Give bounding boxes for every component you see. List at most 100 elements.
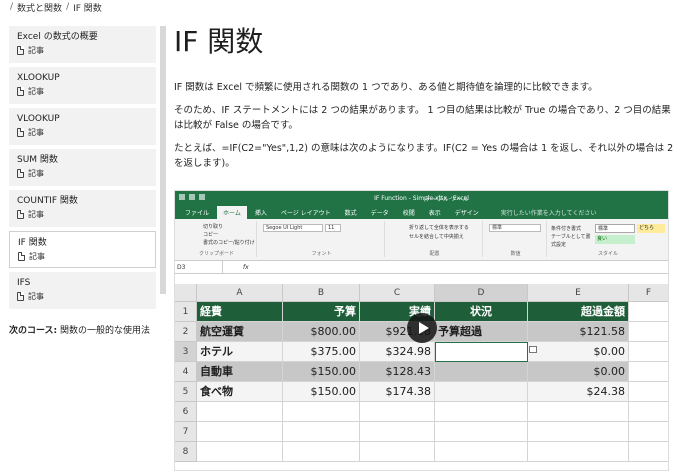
table-cell <box>283 442 360 462</box>
font-size-box: 11 <box>325 224 341 232</box>
row-header: 4 <box>175 362 197 382</box>
breadcrumb-item-formulas[interactable]: 数式と関数 <box>17 1 62 14</box>
ribbon-group-alignment: 折り返して全体を表示する セルを結合して中央揃え 配置 <box>387 221 483 257</box>
sidebar-item-type: 記事 <box>29 252 45 261</box>
table-row: 5 食べ物 $150.00 $174.38 $24.38 <box>175 382 668 402</box>
sidebar-nav: Excel の数式の概要 記事 XLOOKUP 記事 VLOOKUP 記事 SU… <box>0 20 168 340</box>
table-cell: $24.38 <box>528 382 629 402</box>
tell-me-box: 実行したい作業を入力してください <box>500 210 597 217</box>
play-button[interactable] <box>407 313 437 343</box>
table-cell: $121.58 <box>528 322 629 342</box>
table-cell <box>435 422 528 442</box>
column-header: E <box>528 284 629 302</box>
table-cell <box>197 402 283 422</box>
undo-icon <box>189 194 195 200</box>
intro-paragraph: IF 関数は Excel で頻繁に使用される関数の 1 つであり、ある値と期待値… <box>174 82 598 93</box>
sidebar-item-title: SUM 関数 <box>17 155 58 165</box>
conditional-format-label: 条件付き書式 <box>551 226 582 232</box>
sidebar-item-xlookup[interactable]: XLOOKUP 記事 <box>9 67 156 104</box>
sidebar-item-title: Excel の数式の概要 <box>17 32 98 42</box>
tab-formulas: 数式 <box>344 210 357 217</box>
table-header-cell: 予算 <box>283 302 360 322</box>
table-cell <box>283 402 360 422</box>
table-cell: 自動車 <box>197 362 283 382</box>
next-course[interactable]: 次のコース: 関数の一般的な使用法 <box>9 323 150 336</box>
ribbon-group-styles: 条件付き書式 テーブルとして書式設定 標準 どちら 良い スタイル <box>549 221 667 257</box>
table-cell <box>629 422 668 442</box>
format-painter-label: 書式のコピー/貼り付け <box>203 240 255 246</box>
ribbon-tabs: ファイル ホーム 挿入 ページ レイアウト 数式 データ 校閲 表示 デザイン … <box>175 205 668 219</box>
table-cell <box>435 402 528 422</box>
sidebar-item-meta: 記事 <box>18 251 147 262</box>
tab-review: 校閲 <box>402 210 415 217</box>
table-cell <box>283 422 360 442</box>
paste-options-icon <box>529 346 537 353</box>
table-cell <box>435 362 528 382</box>
document-icon <box>17 128 24 137</box>
tab-view: 表示 <box>428 210 441 217</box>
ribbon: 切り取り コピー 書式のコピー/貼り付け クリップボード Segoe UI Li… <box>175 219 668 261</box>
merge-center-label: セルを結合して中央揃え <box>409 234 464 240</box>
spreadsheet-grid: A B C D E F 1 経費 予算 実績 状況 超過金額 2 航空運賃 $8… <box>175 284 668 462</box>
empty-row: 8 <box>175 442 668 462</box>
table-cell: $375.00 <box>283 342 360 362</box>
table-cell: 航空運賃 <box>197 322 283 342</box>
table-cell <box>360 402 435 422</box>
table-tools-label: テーブル ツール <box>425 195 469 203</box>
empty-row: 6 <box>175 402 668 422</box>
number-format-box: 標準 <box>489 224 541 232</box>
sidebar-item-type: 記事 <box>28 46 44 55</box>
sidebar-scrollbar[interactable] <box>160 26 166 294</box>
table-cell: $0.00 <box>528 342 629 362</box>
breadcrumb-item-current: IF 関数 <box>73 3 102 14</box>
style-good: 良い <box>595 235 635 244</box>
table-cell <box>435 442 528 462</box>
table-cell <box>629 342 668 362</box>
sidebar-item-countif[interactable]: COUNTIF 関数 記事 <box>9 190 156 227</box>
table-cell: $174.38 <box>360 382 435 402</box>
sidebar-item-meta: 記事 <box>17 168 148 179</box>
sidebar-item-type: 記事 <box>28 292 44 301</box>
table-cell: $150.00 <box>283 362 360 382</box>
ribbon-group-clipboard: 切り取り コピー 書式のコピー/貼り付け クリップボード <box>177 221 257 257</box>
row-header: 8 <box>175 442 197 462</box>
sidebar-item-sum[interactable]: SUM 関数 記事 <box>9 149 156 186</box>
select-all-corner <box>175 284 197 302</box>
sidebar-item-excel-formulas[interactable]: Excel の数式の概要 記事 <box>9 26 156 63</box>
sidebar-item-title: COUNTIF 関数 <box>17 196 78 206</box>
table-cell <box>629 442 668 462</box>
row-header: 6 <box>175 402 197 422</box>
next-course-link[interactable]: 関数の一般的な使用法 <box>57 326 150 336</box>
table-cell <box>360 442 435 462</box>
table-cell <box>528 422 629 442</box>
table-cell: $0.00 <box>528 362 629 382</box>
ribbon-group-label: クリップボード <box>198 251 234 257</box>
sidebar-item-type: 記事 <box>28 210 44 219</box>
wrap-text-label: 折り返して全体を表示する <box>409 225 469 231</box>
column-header: F <box>629 284 668 302</box>
sidebar-item-if[interactable]: IF 関数 記事 <box>9 231 156 268</box>
table-cell <box>629 362 668 382</box>
sidebar-item-type: 記事 <box>28 169 44 178</box>
table-cell: 予算超過 <box>435 322 528 342</box>
video-player[interactable]: テーブル ツール IF Function - Simple.xlsx - Exc… <box>174 190 669 471</box>
fx-icon: fx <box>243 263 249 271</box>
column-header: D <box>435 284 528 302</box>
sidebar-item-title: IFS <box>17 278 31 288</box>
redo-icon <box>199 194 205 200</box>
name-box: D3 <box>175 261 223 273</box>
row-header: 3 <box>175 342 197 362</box>
sidebar-item-meta: 記事 <box>17 209 148 220</box>
alignment-commands: 折り返して全体を表示する セルを結合して中央揃え <box>409 224 469 242</box>
table-cell <box>528 442 629 462</box>
empty-row: 7 <box>175 422 668 442</box>
sidebar-list: Excel の数式の概要 記事 XLOOKUP 記事 VLOOKUP 記事 SU… <box>9 26 156 313</box>
quick-access-toolbar <box>179 194 205 200</box>
ribbon-group-label: 数値 <box>510 251 521 257</box>
sidebar-item-vlookup[interactable]: VLOOKUP 記事 <box>9 108 156 145</box>
sidebar-item-title: XLOOKUP <box>17 73 60 83</box>
sidebar-item-ifs[interactable]: IFS 記事 <box>9 272 156 309</box>
column-header: A <box>197 284 283 302</box>
save-icon <box>179 194 185 200</box>
document-icon <box>17 210 24 219</box>
